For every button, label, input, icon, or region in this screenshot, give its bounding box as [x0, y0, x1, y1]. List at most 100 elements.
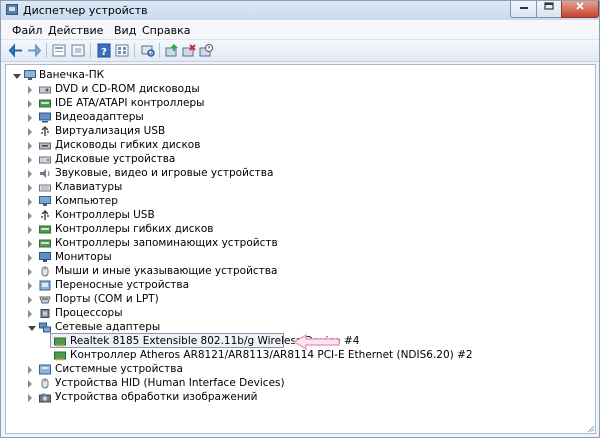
expand-arrow-icon[interactable] [28, 198, 32, 206]
svg-text:?: ? [101, 47, 107, 58]
category-label: Дисковые устройства [55, 153, 176, 165]
maximize-icon [544, 2, 554, 10]
network-card-icon [54, 337, 66, 347]
scan-hardware-icon[interactable] [140, 43, 156, 58]
expand-arrow-icon[interactable] [28, 184, 32, 192]
window-title: Диспетчер устройств [23, 4, 148, 17]
disk-drive-icon [39, 156, 51, 164]
uninstall-icon[interactable] [181, 43, 197, 58]
expand-arrow-icon[interactable] [28, 394, 32, 402]
device-manager-window: Диспетчер устройств Файл Действие Вид Сп… [0, 0, 600, 438]
expand-arrow-icon[interactable] [28, 128, 32, 136]
imaging-device-icon [39, 393, 51, 403]
toolbar-separator [134, 43, 135, 58]
toolbar-separator [159, 43, 160, 58]
portable-device-icon [39, 280, 51, 291]
usb-controller-icon [41, 210, 49, 220]
expand-arrow-icon[interactable] [28, 366, 32, 374]
category-label: Контроллеры USB [55, 209, 155, 221]
storage-controller-icon [39, 239, 51, 248]
category-label: Дисководы гибких дисков [55, 139, 201, 151]
expand-arrow-icon[interactable] [28, 240, 32, 248]
processor-icon [40, 309, 50, 318]
expand-arrow-icon[interactable] [28, 170, 32, 178]
tree-category[interactable]: Устройства обработки изображений [6, 390, 591, 406]
category-label: Порты (COM и LPT) [55, 293, 159, 305]
toolbar: ? [1, 40, 599, 62]
expand-arrow-icon[interactable] [28, 226, 32, 234]
network-adapter-icon [39, 322, 51, 333]
category-label: Системные устройства [55, 363, 183, 375]
category-label: Мыши и иные указывающие устройства [55, 265, 278, 277]
category-label: IDE ATA/ATAPI контроллеры [55, 97, 205, 109]
minimize-button[interactable] [510, 1, 537, 18]
close-icon [576, 2, 584, 10]
minimize-icon [519, 7, 528, 9]
back-icon[interactable] [8, 43, 24, 58]
menu-help[interactable]: Справка [142, 24, 190, 37]
toolbar-separator [90, 43, 91, 58]
expand-arrow-icon[interactable] [28, 86, 32, 94]
category-label: Устройства HID (Human Interface Devices) [55, 377, 285, 389]
properties-icon[interactable] [51, 43, 67, 58]
mouse-icon [41, 266, 49, 277]
category-label: Клавиатуры [55, 181, 123, 193]
category-label: Видеоадаптеры [55, 111, 144, 123]
view-icon[interactable] [114, 43, 130, 58]
floppy-drive-icon [39, 142, 51, 150]
monitor-icon [39, 252, 51, 262]
menu-action[interactable]: Действие [48, 24, 103, 37]
device-label: Контроллер Atheros AR8121/AR8113/AR8114 … [70, 349, 473, 361]
port-icon [39, 296, 51, 304]
computer-icon [39, 196, 51, 206]
forward-icon[interactable] [26, 43, 42, 58]
expand-arrow-icon[interactable] [28, 212, 32, 220]
disable-icon[interactable] [198, 43, 214, 58]
expand-arrow-icon[interactable] [28, 156, 32, 164]
expand-arrow-icon[interactable] [28, 282, 32, 290]
usb-virtualization-icon [41, 126, 49, 136]
resize-grip-icon[interactable] [585, 423, 595, 433]
expand-arrow-icon[interactable] [28, 142, 32, 150]
maximize-button[interactable] [536, 1, 562, 18]
network-card-icon [54, 351, 66, 361]
sound-icon [40, 169, 50, 178]
category-label: Звуковые, видео и игровые устройства [55, 167, 274, 179]
close-button[interactable] [561, 1, 599, 18]
category-label: Компьютер [55, 195, 118, 207]
expand-arrow-icon[interactable] [28, 268, 32, 276]
expand-arrow-icon[interactable] [28, 100, 32, 108]
collapse-arrow-icon[interactable] [28, 326, 36, 331]
category-label: Переносные устройства [55, 279, 190, 291]
expand-arrow-icon[interactable] [28, 114, 32, 122]
expand-arrow-icon[interactable] [28, 310, 32, 318]
hidden-devices-icon[interactable] [70, 43, 86, 58]
update-driver-icon[interactable] [164, 43, 180, 58]
category-label: Контроллеры запоминающих устройств [55, 237, 278, 249]
category-label: Сетевые адаптеры [55, 321, 161, 333]
device-manager-icon [6, 4, 18, 15]
hid-icon [41, 378, 49, 389]
expand-arrow-icon[interactable] [28, 380, 32, 388]
device-tree[interactable]: Ванечка-ПК DVD и CD-ROM дисководы IDE AT… [5, 64, 596, 434]
collapse-arrow-icon[interactable] [13, 74, 21, 79]
category-label: Виртуализация USB [55, 125, 166, 137]
category-label: Мониторы [55, 251, 112, 263]
display-adapter-icon [39, 112, 51, 123]
computer-icon [24, 70, 36, 80]
expand-arrow-icon[interactable] [28, 296, 32, 304]
category-label: DVD и CD-ROM дисководы [55, 83, 200, 95]
title-bar[interactable]: Диспетчер устройств [1, 1, 599, 20]
menu-file[interactable]: Файл [12, 24, 42, 37]
menu-view[interactable]: Вид [114, 24, 136, 37]
floppy-controller-icon [39, 225, 51, 234]
keyboard-icon [39, 184, 51, 192]
category-label: Процессоры [55, 307, 123, 319]
system-device-icon [39, 364, 51, 375]
menu-bar: Файл Действие Вид Справка [1, 20, 599, 40]
expand-arrow-icon[interactable] [28, 254, 32, 262]
dvd-drive-icon [39, 86, 51, 94]
category-label: Контроллеры гибких дисков [55, 223, 214, 235]
ide-controller-icon [39, 99, 51, 108]
help-icon[interactable]: ? [96, 43, 112, 58]
